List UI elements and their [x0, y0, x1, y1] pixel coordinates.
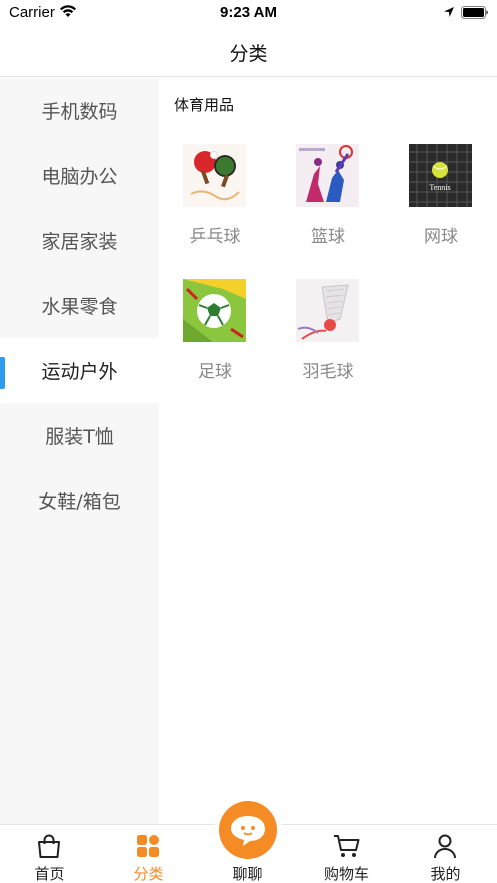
subcategory-label: 网球 [424, 227, 458, 247]
sidebar-item-label: 电脑办公 [41, 166, 118, 188]
clock: 9:23 AM [220, 4, 277, 21]
tab-label: 首页 [34, 865, 65, 883]
tab-label: 购物车 [323, 865, 369, 883]
section-title: 体育用品 [174, 96, 235, 114]
category-sidebar: 手机数码 电脑办公 家居家装 水果零食 运动户外 服装T恤 女鞋/箱包 [0, 78, 159, 824]
status-bar: Carrier 9:23 AM [0, 0, 497, 26]
battery-icon [461, 6, 488, 19]
tab-label: 我的 [430, 865, 461, 883]
chat-floating-button[interactable] [219, 801, 277, 859]
basketball-image [296, 144, 359, 207]
tab-category[interactable]: 分类 [99, 825, 198, 883]
active-indicator [0, 357, 5, 389]
sidebar-item-home[interactable]: 家居家装 [0, 208, 159, 273]
category-content: 体育用品 乒乓球 篮球 Tennis 网球 足球 羽毛球 [159, 78, 497, 824]
location-arrow-icon [444, 7, 454, 17]
tab-label: 分类 [133, 865, 164, 883]
subcategory-basketball[interactable]: 篮球 [272, 142, 384, 267]
sidebar-item-snacks[interactable]: 水果零食 [0, 273, 159, 338]
subcategory-football[interactable]: 足球 [159, 277, 271, 402]
tab-profile[interactable]: 我的 [396, 825, 495, 883]
tab-cart[interactable]: 购物车 [297, 825, 396, 883]
ping-pong-image [183, 144, 246, 207]
subcategory-label: 足球 [198, 362, 232, 382]
chat-bubble-icon [231, 816, 265, 846]
sidebar-item-label: 运动户外 [41, 361, 118, 383]
subcategory-label: 乒乓球 [189, 227, 241, 247]
sidebar-item-label: 水果零食 [41, 296, 118, 318]
sidebar-item-label: 家居家装 [41, 231, 118, 253]
shopping-bag-icon [38, 834, 60, 858]
user-icon [434, 834, 456, 859]
tennis-image-text: Tennis [429, 183, 450, 192]
cart-icon [334, 835, 360, 857]
nav-bar: 分类 [0, 26, 497, 77]
sidebar-item-clothing[interactable]: 服装T恤 [0, 403, 159, 468]
subcategory-label: 羽毛球 [302, 362, 354, 382]
sidebar-item-label: 女鞋/箱包 [38, 491, 121, 513]
sidebar-item-label: 服装T恤 [45, 426, 114, 448]
category-grid-icon [137, 835, 159, 857]
tab-label: 聊聊 [232, 865, 263, 883]
badminton-image [296, 279, 359, 342]
football-image [183, 279, 246, 342]
sidebar-item-shoes-bags[interactable]: 女鞋/箱包 [0, 468, 159, 533]
sidebar-item-sports[interactable]: 运动户外 [0, 338, 159, 403]
subcategory-tennis[interactable]: Tennis 网球 [385, 142, 497, 267]
tennis-image: Tennis [409, 144, 472, 207]
subcategory-ping-pong[interactable]: 乒乓球 [159, 142, 271, 267]
tab-home[interactable]: 首页 [0, 825, 99, 883]
sidebar-item-label: 手机数码 [41, 101, 118, 123]
subcategory-badminton[interactable]: 羽毛球 [272, 277, 384, 402]
subcategory-label: 篮球 [311, 227, 345, 247]
sidebar-item-computer[interactable]: 电脑办公 [0, 143, 159, 208]
page-title: 分类 [229, 43, 268, 65]
sidebar-item-digital[interactable]: 手机数码 [0, 78, 159, 143]
